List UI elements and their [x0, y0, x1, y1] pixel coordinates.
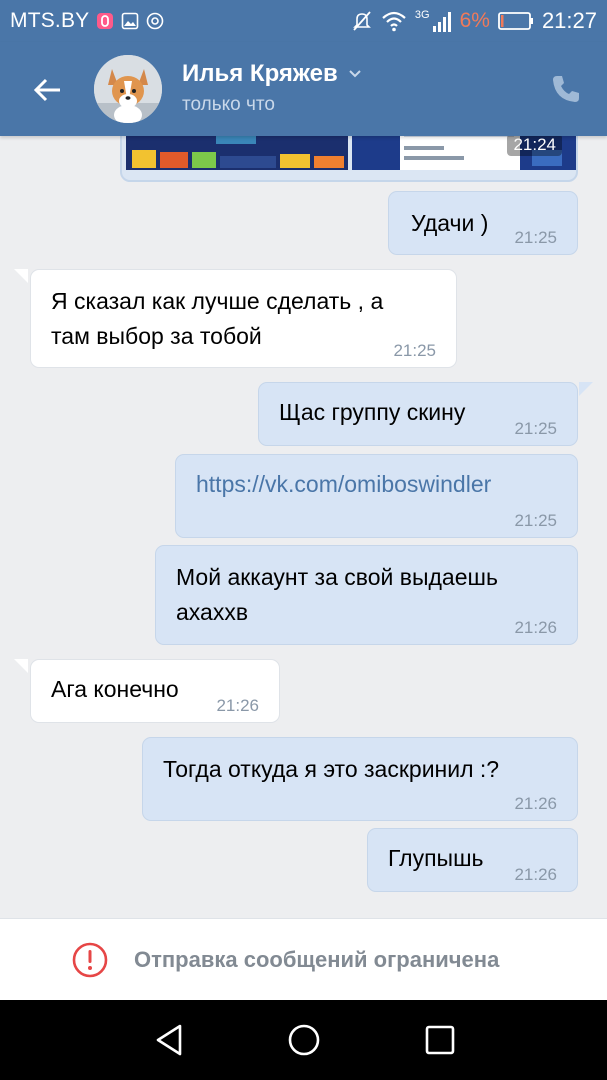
message-text: Удачи )	[411, 210, 489, 236]
message-text: Щас группу скину	[279, 399, 466, 425]
mute-icon	[352, 11, 371, 31]
contact-status: только что	[182, 94, 275, 115]
chevron-down-icon	[349, 70, 361, 78]
message-text: Тогда откуда я это заскринил :?	[163, 756, 500, 782]
status-time: 21:27	[541, 8, 597, 33]
nav-home-icon[interactable]	[284, 1020, 324, 1060]
message-list[interactable]: 21:24 Удачи ) 21:25 Я сказал как лучше с…	[0, 136, 607, 918]
contact-name: Илья Кряжев	[182, 60, 338, 87]
message-text: Я сказал как лучше сделать , а	[51, 288, 384, 314]
message-bubble-incoming[interactable]: Я сказал как лучше сделать , а там выбор…	[30, 269, 457, 368]
message-time: 21:25	[514, 511, 557, 530]
messaging-restricted-banner: Отправка сообщений ограничена	[0, 918, 607, 1000]
message-bubble-outgoing[interactable]: Удачи ) 21:25	[388, 191, 578, 255]
phone-icon[interactable]	[549, 72, 583, 106]
network-type-label: 3G	[414, 9, 430, 21]
message-time: 21:25	[514, 228, 557, 247]
message-text: там выбор за тобой	[51, 323, 262, 349]
nav-recents-icon[interactable]	[420, 1020, 460, 1060]
notification-app-icon	[97, 13, 114, 29]
message-text: ахаххв	[176, 599, 249, 625]
message-bubble-outgoing[interactable]: Щас группу скину 21:25	[258, 382, 578, 446]
message-bubble-outgoing[interactable]: Мой аккаунт за свой выдаешь ахаххв 21:26	[155, 545, 578, 645]
back-arrow-icon[interactable]	[30, 72, 66, 108]
nav-back-icon[interactable]	[150, 1020, 190, 1060]
bubble-tail	[14, 659, 28, 673]
message-text: Мой аккаунт за свой выдаешь	[176, 564, 498, 590]
battery-percent: 6%	[459, 9, 490, 32]
message-time: 21:26	[514, 794, 557, 813]
system-nav-bar	[0, 1000, 607, 1080]
message-link[interactable]: https://vk.com/omiboswindler	[196, 467, 491, 502]
status-bar: MTS.BY 3G 6% 21:27	[0, 0, 607, 42]
contact-name-row[interactable]: Илья Кряжев	[182, 60, 362, 88]
signal-icon	[432, 12, 451, 32]
bubble-tail	[14, 269, 28, 283]
message-bubble-outgoing[interactable]: Глупышь 21:26	[367, 828, 578, 892]
chrome-icon	[147, 12, 164, 30]
message-bubble-incoming[interactable]: Ага конечно 21:26	[30, 659, 280, 723]
carrier-label: MTS.BY	[10, 9, 90, 32]
message-time: 21:25	[393, 341, 436, 360]
attachment-time: 21:24	[507, 136, 562, 156]
corgi-avatar-image	[94, 55, 162, 123]
avatar[interactable]	[94, 55, 162, 123]
screenshot-thumbnail	[126, 136, 348, 170]
bubble-tail	[579, 382, 593, 396]
message-time: 21:26	[216, 696, 259, 715]
message-text: Ага конечно	[51, 676, 179, 702]
battery-icon	[498, 12, 533, 30]
error-icon	[72, 942, 108, 978]
message-bubble-outgoing[interactable]: Тогда откуда я это заскринил :? 21:26	[142, 737, 578, 821]
notice-text: Отправка сообщений ограничена	[134, 947, 500, 972]
message-bubble-outgoing[interactable]: https://vk.com/omiboswindler 21:25	[175, 454, 578, 538]
wifi-icon	[382, 11, 406, 32]
gallery-icon	[122, 12, 139, 30]
message-text: Глупышь	[388, 845, 484, 871]
message-time: 21:26	[514, 865, 557, 884]
screenshot-attachment[interactable]: 21:24	[120, 136, 578, 182]
message-time: 21:25	[514, 419, 557, 438]
chat-header: Илья Кряжев только что	[0, 42, 607, 136]
message-time: 21:26	[514, 618, 557, 637]
